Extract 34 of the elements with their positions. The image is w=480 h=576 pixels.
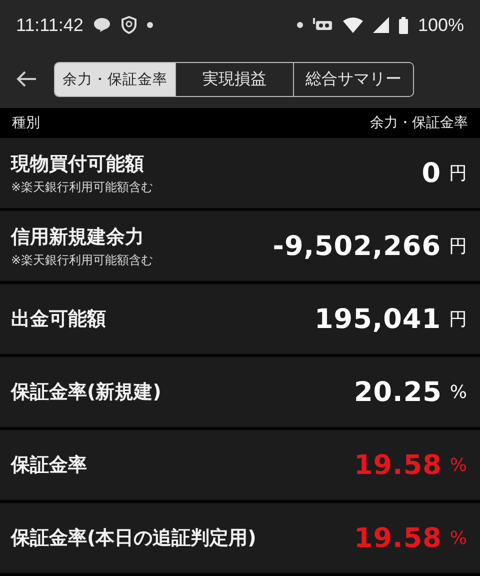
- row-label: 信用新規建余力: [11, 224, 145, 250]
- battery-icon: [398, 16, 408, 34]
- wifi-icon: [342, 17, 363, 33]
- unit-label: 円: [449, 235, 467, 258]
- column-header: 余力・保証金率: [370, 114, 468, 132]
- dot-icon: [296, 22, 303, 28]
- row-note: ※楽天銀行利用可能額含む: [11, 252, 154, 268]
- tab[interactable]: 総合サマリー: [293, 62, 413, 96]
- row-value: 0: [422, 158, 441, 188]
- unit-label: %: [450, 454, 467, 476]
- row-label: 現物買付可能額: [11, 152, 145, 176]
- unit-label: %: [450, 528, 467, 548]
- row-value: -9,502,266: [272, 230, 441, 262]
- signal-icon: [372, 17, 389, 33]
- chat-icon: [93, 17, 112, 33]
- column-header: 種別: [12, 114, 40, 132]
- row-label: 保証金率: [11, 453, 88, 478]
- row-value: 19.58: [354, 450, 442, 480]
- row-note: ※楽天銀行利用可能額含む: [11, 178, 154, 196]
- row-label: 保証金率(新規建): [11, 380, 162, 405]
- tab[interactable]: 余力・保証金率: [55, 62, 175, 96]
- row-value: 20.25: [354, 376, 442, 408]
- unit-label: 円: [449, 162, 467, 185]
- row-value: 19.58: [354, 522, 442, 554]
- unit-label: %: [450, 382, 467, 402]
- dot-icon: [147, 22, 154, 28]
- row-label: 出金可能額: [11, 307, 107, 332]
- robot-icon: [312, 17, 333, 33]
- battery-level: 100%: [418, 14, 464, 36]
- status-time: 11:11:42: [16, 14, 84, 36]
- row-value: 195,041: [314, 304, 441, 334]
- shield-icon: [121, 16, 138, 34]
- row-label: 保証金率(本日の追証判定用): [11, 526, 258, 551]
- unit-label: 円: [449, 308, 467, 331]
